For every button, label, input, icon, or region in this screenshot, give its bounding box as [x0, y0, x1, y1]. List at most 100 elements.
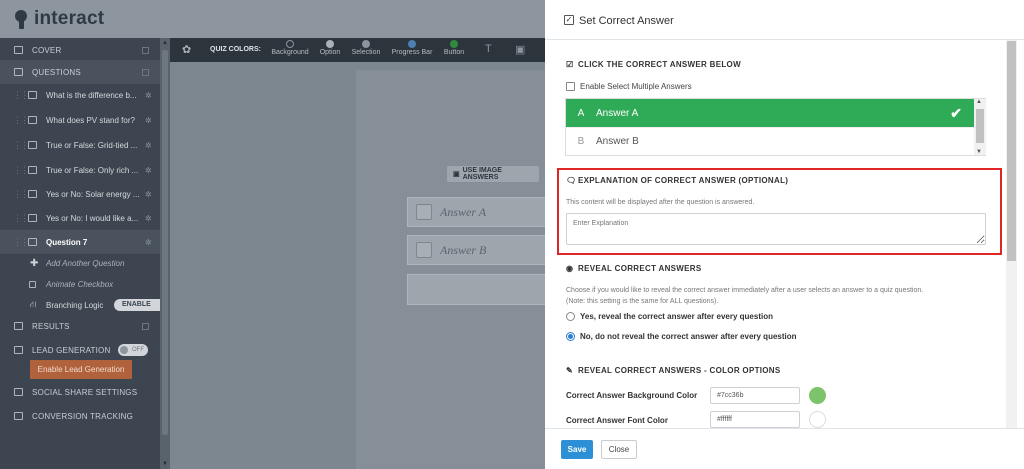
sidebar-item-conversion-tracking[interactable]: CONVERSION TRACKING [0, 404, 160, 428]
scroll-down-icon[interactable]: ▼ [162, 461, 168, 467]
reveal-section-title: ◉ REVEAL CORRECT ANSWERS [566, 264, 702, 273]
editor-canvas [170, 62, 545, 469]
gear-icon[interactable]: ✲ [145, 166, 152, 175]
results-square-icon [142, 322, 149, 330]
question-item[interactable]: ⋮⋮ True or False: Only rich ... ✲ [0, 158, 160, 182]
app-logo: interact [14, 8, 104, 30]
question-label: What is the difference b... [46, 90, 137, 100]
question-item[interactable]: ⋮⋮ What is the difference b... ✲ [0, 83, 160, 107]
answer-checkbox[interactable] [416, 204, 432, 220]
swatch-option[interactable]: Option [316, 40, 344, 56]
gear-icon[interactable]: ✲ [145, 238, 152, 247]
sidebar-item-cover[interactable]: COVER [0, 38, 160, 62]
tracking-icon [14, 412, 23, 420]
explanation-textarea[interactable] [566, 213, 986, 245]
explanation-section-title: 🗨 EXPLANATION OF CORRECT ANSWER (OPTIONAL… [566, 176, 788, 185]
question-item[interactable]: ⋮⋮ True or False: Grid-tied ... ✲ [0, 133, 160, 157]
users-icon [14, 388, 23, 396]
sidebar-item-label: RESULTS [32, 321, 70, 331]
reveal-description: Choose if you would like to reveal the c… [566, 287, 924, 294]
drag-handle-icon[interactable]: ⋮⋮ [13, 115, 29, 126]
swatch-button[interactable]: Button [440, 40, 468, 56]
reveal-yes-radio[interactable] [566, 312, 575, 321]
cover-icon [14, 46, 23, 54]
swatch-background[interactable]: Background [268, 40, 312, 56]
bg-color-input[interactable]: #7cc36b [710, 387, 800, 404]
checkbox-icon[interactable] [29, 280, 36, 288]
image-icon: ▣ [453, 171, 460, 178]
close-button[interactable]: Close [601, 440, 637, 459]
canvas-answer-option[interactable]: Answer B [407, 235, 557, 265]
gear-icon[interactable]: ✲ [145, 116, 152, 125]
font-color-label: Correct Answer Font Color [566, 416, 668, 425]
sidebar-item-label: COVER [32, 45, 62, 55]
swatch-selection[interactable]: Selection [348, 40, 384, 56]
font-color-swatch[interactable] [809, 411, 826, 428]
gear-icon[interactable]: ✲ [145, 190, 152, 199]
section-title-text: CLICK THE CORRECT ANSWER BELOW [578, 60, 741, 69]
swatch-dot [362, 40, 370, 48]
canvas-answer-option[interactable]: Answer A [407, 197, 557, 227]
sidebar-item-questions[interactable]: QUESTIONS [0, 60, 160, 84]
swatch-dot [286, 40, 294, 48]
enable-lead-generation-button[interactable]: Enable Lead Generation [30, 360, 132, 379]
scrollbar-thumb[interactable] [976, 109, 984, 143]
comment-icon [28, 91, 37, 99]
gear-icon[interactable]: ✲ [145, 91, 152, 100]
use-image-answers-button[interactable]: ▣ USE IMAGE ANSWERS [447, 166, 539, 182]
sidebar-item-results[interactable]: RESULTS [0, 314, 160, 338]
palette-icon[interactable]: ✿ [182, 43, 191, 56]
bg-color-swatch[interactable] [809, 387, 826, 404]
drag-handle-icon[interactable]: ⋮⋮ [13, 213, 29, 224]
gear-icon[interactable]: ✲ [145, 141, 152, 150]
scroll-up-icon[interactable]: ▲ [162, 40, 168, 46]
swatch-label: Selection [351, 49, 381, 56]
sidebar-scrollbar[interactable]: ▲ ▼ [160, 38, 170, 469]
swatch-label: Option [319, 49, 341, 56]
cover-square-icon [142, 46, 149, 54]
scrollbar-thumb[interactable] [162, 50, 168, 435]
answer-checkbox[interactable] [416, 242, 432, 258]
question-item[interactable]: ⋮⋮ Yes or No: Solar energy ... ✲ [0, 182, 160, 206]
section-title-text: REVEAL CORRECT ANSWERS [578, 264, 702, 273]
question-label: True or False: Grid-tied ... [46, 140, 138, 150]
drag-handle-icon[interactable]: ⋮⋮ [13, 90, 29, 101]
modal-title: Set Correct Answer [579, 15, 674, 27]
question-item[interactable]: ⋮⋮ Yes or No: I would like a... ✲ [0, 206, 160, 230]
swatch-progress-bar[interactable]: Progress Bar [388, 40, 436, 56]
scroll-down-icon[interactable]: ▼ [976, 149, 982, 155]
scroll-up-icon[interactable]: ▲ [976, 99, 982, 105]
question-item[interactable]: ⋮⋮ What does PV stand for? ✲ [0, 108, 160, 132]
answer-option-b[interactable]: B Answer B [566, 127, 974, 155]
modal-scrollbar[interactable] [1006, 40, 1017, 428]
save-button[interactable]: Save [561, 440, 593, 459]
scrollbar-thumb[interactable] [1007, 41, 1016, 261]
envelope-icon [14, 346, 23, 354]
image-icon[interactable]: ▣ [515, 43, 525, 56]
sidebar: COVER QUESTIONS ⋮⋮ What is the differenc… [0, 38, 160, 469]
answer-option-a[interactable]: A Answer A ✔ [566, 99, 974, 127]
checkmark-icon: ✔ [950, 105, 962, 121]
drag-handle-icon[interactable]: ⋮⋮ [13, 237, 29, 248]
comment-icon [28, 190, 37, 198]
branching-icon: ⛙ [30, 299, 37, 309]
branching-enable-toggle[interactable]: ENABLE [114, 299, 160, 311]
drag-handle-icon[interactable]: ⋮⋮ [13, 140, 29, 151]
font-color-input[interactable]: #ffffff [710, 411, 800, 428]
sidebar-item-label: LEAD GENERATION [32, 345, 111, 355]
reveal-no-radio[interactable] [566, 332, 575, 341]
answer-list-scrollbar[interactable]: ▲ ▼ [974, 99, 986, 155]
sidebar-item-social-share[interactable]: SOCIAL SHARE SETTINGS [0, 380, 160, 404]
lead-generation-toggle[interactable]: OFF [118, 344, 148, 356]
branching-logic-label: Branching Logic [46, 300, 104, 310]
gear-icon[interactable]: ✲ [145, 214, 152, 223]
drag-handle-icon[interactable]: ⋮⋮ [13, 189, 29, 200]
comment-icon: 🗨 [566, 176, 577, 185]
enable-multiple-checkbox[interactable] [566, 82, 575, 91]
text-format-icon[interactable]: T [485, 43, 492, 55]
drag-handle-icon[interactable]: ⋮⋮ [13, 165, 29, 176]
swatch-label: Progress Bar [391, 49, 433, 56]
canvas-answer-option-empty[interactable] [407, 274, 557, 305]
answer-text: Answer A [596, 107, 639, 119]
sidebar-item-lead-generation[interactable]: LEAD GENERATION OFF [0, 338, 160, 362]
